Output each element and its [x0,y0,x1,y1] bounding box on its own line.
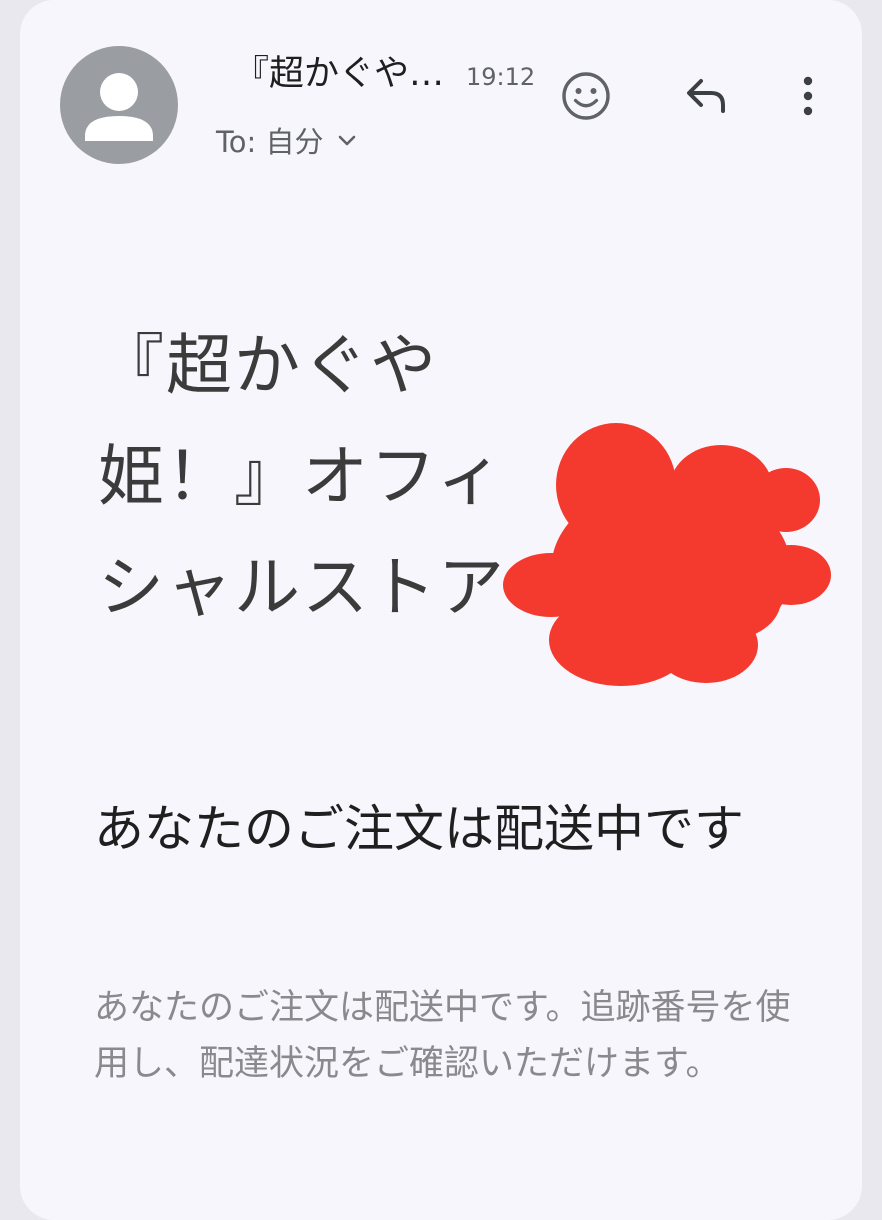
store-name-heading: 『超かぐや姫！』オフィシャルストア [98,327,506,626]
recipient-label: To: 自分 [216,125,324,159]
emoji-reaction-icon [562,72,610,120]
shipping-status-title: あなたのご注文は配送中です [94,800,744,858]
more-vert-icon [803,76,813,116]
email-subject: 『超かぐや… [234,54,445,94]
reply-button[interactable] [676,66,736,126]
person-avatar-icon [85,73,153,141]
chevron-down-icon [338,135,355,146]
redaction-scribble [503,423,831,686]
add-reaction-button[interactable] [556,66,616,126]
sender-avatar[interactable] [60,46,178,164]
shipping-description: あなたのご注文は配送中です。追跡番号を使用し、配達状況をご確認いただけます。 [94,988,791,1084]
email-time: 19:12 [466,63,536,91]
recipient-details-toggle[interactable]: To: 自分 [216,118,360,162]
email-card: 『超かぐや… 19:12 To: 自分 『超かぐや姫！』オフィシャルストア あな… [20,0,862,1220]
more-options-button[interactable] [778,66,838,126]
reply-icon [687,79,725,113]
